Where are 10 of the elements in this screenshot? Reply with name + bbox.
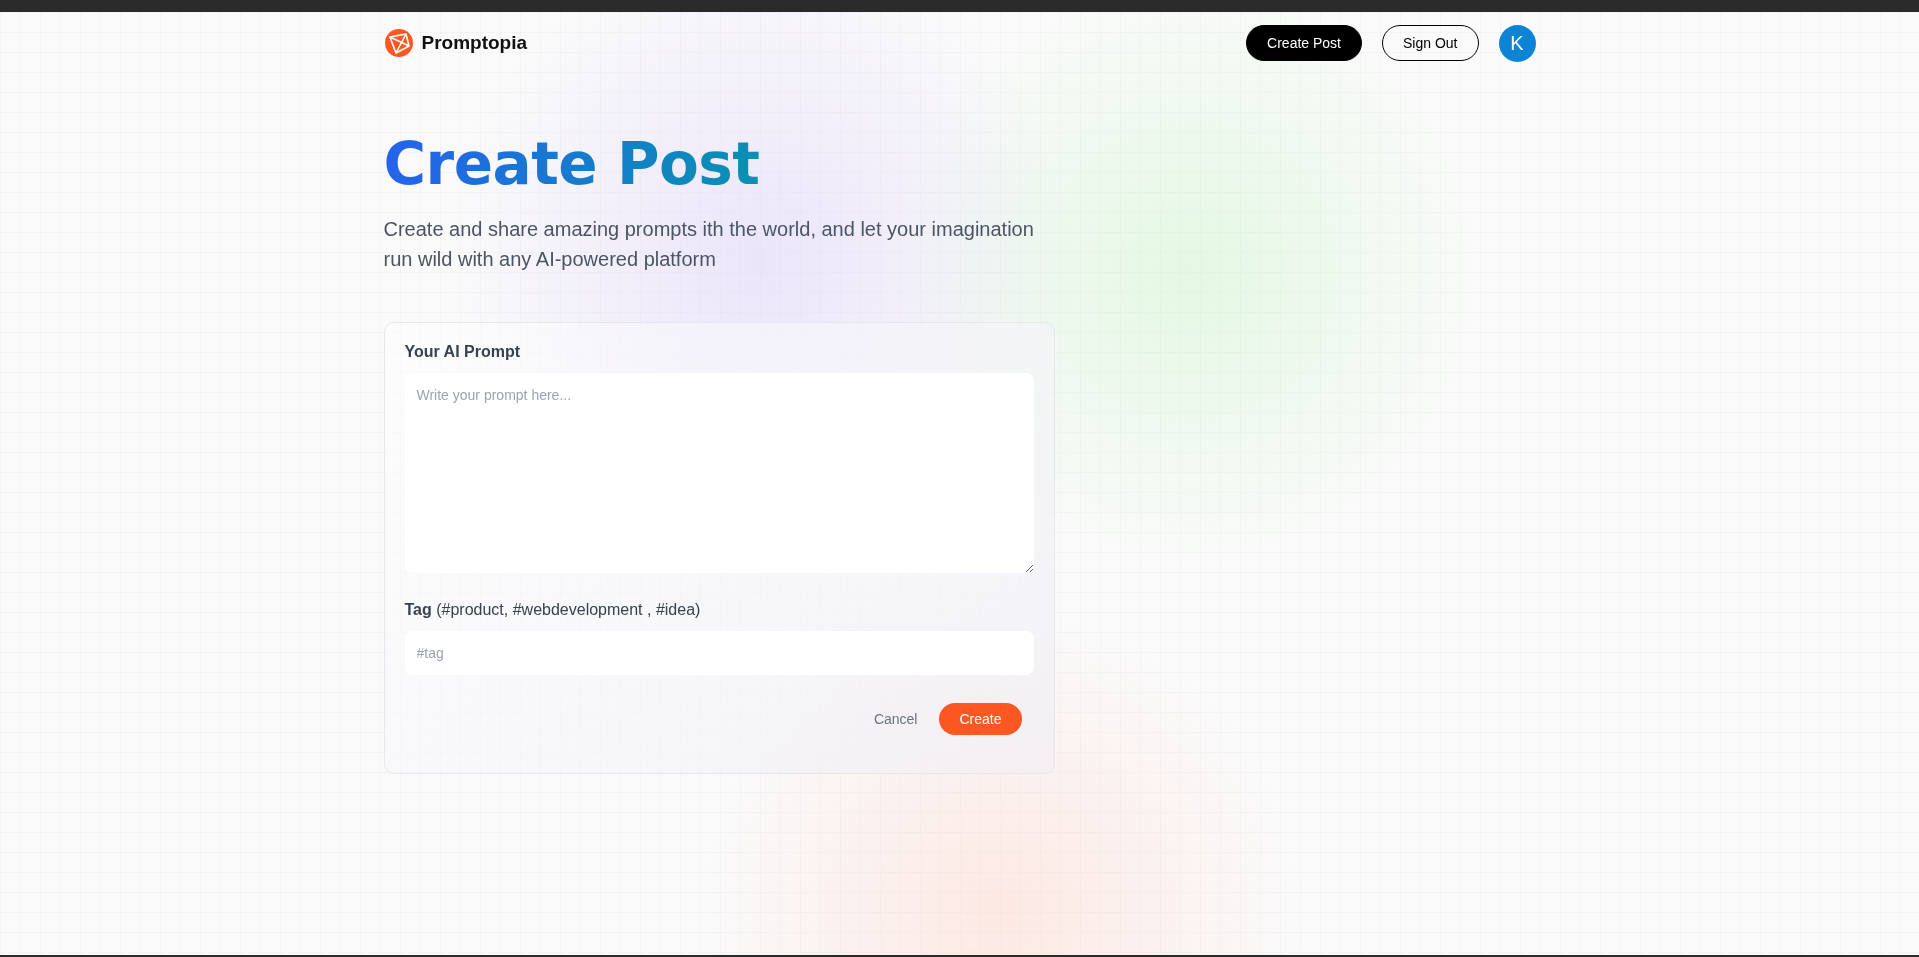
brand-name[interactable]: Promptopia bbox=[421, 32, 528, 54]
logo-icon bbox=[383, 28, 414, 58]
tag-label: Tag (#product, #webdevelopment , #idea) bbox=[404, 601, 702, 619]
tag-field[interactable]: #tag bbox=[404, 631, 1034, 675]
cancel-button[interactable]: Cancel bbox=[867, 710, 924, 728]
create-post-button[interactable]: Create Post bbox=[1246, 25, 1362, 61]
prompt-label: Your AI Prompt bbox=[404, 343, 522, 361]
page-subtitle: Create and share amazing prompts ith the world, and let your imagination run wild with any AI-powered platform bbox=[383, 217, 1035, 272]
prompt-field[interactable]: Write your prompt here... bbox=[404, 373, 1034, 573]
avatar[interactable]: K bbox=[1498, 24, 1536, 62]
